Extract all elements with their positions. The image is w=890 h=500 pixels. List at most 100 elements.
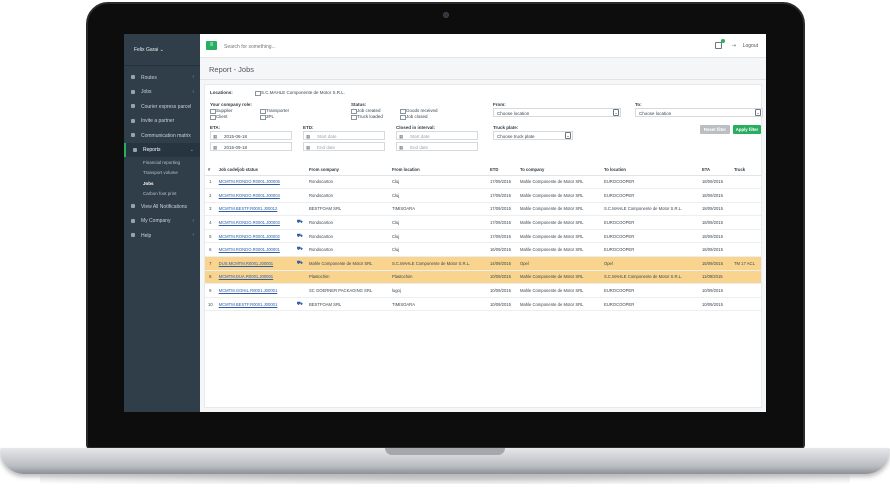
closed-end-field[interactable]: ▦ End date bbox=[396, 142, 478, 151]
job-code[interactable]: MCMTM.RONDO.R0001.J00002 bbox=[219, 234, 280, 239]
chevron-left-icon: ‹ bbox=[192, 74, 194, 80]
job-code-link[interactable]: MCMTM.BESTF.R0001.J00001 bbox=[215, 297, 294, 312]
job-code[interactable]: MCMTM.RONDO.R0001.J00001 bbox=[219, 247, 280, 252]
col-header-truck[interactable]: Truck bbox=[730, 164, 761, 176]
eta-start-field[interactable]: ▦ 2015-06-18 bbox=[210, 131, 292, 140]
job-code-link[interactable]: MCMTM.RONDO.R0001.J00003 bbox=[215, 215, 294, 230]
col-header-from-company[interactable]: From company bbox=[305, 164, 389, 176]
table-row[interactable]: 2 MCMTM.RONDO.R0001.J00004 Rondocarton Cluj… bbox=[205, 188, 761, 203]
location-checkbox[interactable]: S.C.MAHLE Componente de Motor S.R.L. bbox=[255, 90, 345, 96]
col-header-from-location[interactable]: From location bbox=[388, 164, 487, 176]
role-checkbox-client[interactable]: Client bbox=[210, 114, 228, 120]
status-checkbox-job-closed[interactable]: Job closed bbox=[400, 114, 428, 120]
job-code-link[interactable]: MCMTM.DUA.R0001.J00001 bbox=[215, 270, 294, 285]
sidebar-item-label: View All Notifications bbox=[141, 203, 188, 210]
job-code[interactable]: MCMTM.BESTF.R0001.J00001 bbox=[219, 302, 278, 307]
from-location: Cluj bbox=[388, 229, 487, 244]
row-number: 8 bbox=[205, 270, 216, 285]
truck-plate-select[interactable]: Choose truck plate ⌄ bbox=[493, 131, 573, 140]
sidebar-item-my-company[interactable]: My Company ‹ bbox=[124, 214, 200, 229]
truck-icon-cell: ⛟ bbox=[293, 256, 306, 271]
sidebar-item-help[interactable]: Help ‹ bbox=[124, 228, 200, 243]
truck-icon-cell bbox=[293, 188, 306, 203]
from-company: Rondocarton bbox=[305, 229, 389, 244]
job-code[interactable]: MCMTM.GOHIL.R0001.J00001 bbox=[219, 288, 278, 293]
etd: 10/09/2015 bbox=[486, 297, 517, 312]
role-checkbox-3pl[interactable]: 3PL bbox=[260, 114, 274, 120]
etd-start-field[interactable]: ▦ Start date bbox=[303, 131, 385, 140]
row-number: 4 bbox=[205, 215, 216, 230]
job-code[interactable]: DUS.MCMTM.R0001.J00001 bbox=[219, 261, 273, 266]
truck-plate: TM 17 ACL bbox=[730, 256, 761, 271]
logout-link[interactable]: Logout bbox=[743, 43, 758, 49]
sidebar-item-courier[interactable]: Courier express parcel bbox=[124, 99, 200, 114]
user-menu[interactable]: Felix Garai ⌄ bbox=[124, 34, 200, 66]
role-checkbox-transporter[interactable]: Transporter bbox=[260, 108, 289, 114]
calendar-icon: ▦ bbox=[306, 133, 311, 139]
etd: 17/09/2015 bbox=[486, 175, 517, 190]
job-code[interactable]: MCMTM.BESTF.R0001.J00012 bbox=[219, 206, 278, 211]
truck-plate-value: Choose truck plate bbox=[497, 133, 535, 139]
job-code-link[interactable]: MCMTM.RONDO.R0001.J00004 bbox=[215, 188, 294, 203]
col-header-number: # bbox=[205, 164, 216, 176]
to-location-select[interactable]: Choose location ⌄ bbox=[635, 108, 763, 117]
jobs-table-body: 1 MCMTM.RONDO.R0001.J00005 Rondocarton Cluj… bbox=[205, 175, 761, 312]
eta-end-field[interactable]: ▦ 2015-09-18 bbox=[210, 142, 292, 151]
status-checkbox-goods-received[interactable]: Goods received bbox=[400, 108, 438, 114]
calendar-icon: ▦ bbox=[306, 144, 311, 150]
table-row[interactable]: 4 MCMTM.RONDO.R0001.J00003 ⛟ Rondocarton Clu… bbox=[205, 215, 761, 230]
matrix-icon bbox=[131, 133, 135, 137]
apply-filter-button[interactable]: Apply filter bbox=[733, 125, 761, 134]
sidebar-item-jobs[interactable]: Jobs ‹ bbox=[124, 85, 200, 100]
table-row[interactable]: 6 MCMTM.RONDO.R0001.J00001 ⛟ Rondocarton Clu… bbox=[205, 242, 761, 258]
job-code-link[interactable]: MCMTM.GOHIL.R0001.J00001 bbox=[215, 283, 294, 298]
col-header-eta[interactable]: ETA bbox=[698, 164, 731, 176]
table-row[interactable]: 10 MCMTM.BESTF.R0001.J00001 ⛟ BESTFOAM SRL T… bbox=[205, 297, 761, 312]
job-code-link[interactable]: MCMTM.RONDO.R0001.J00001 bbox=[215, 242, 294, 258]
sidebar-item-notifications[interactable]: View All Notifications bbox=[124, 199, 200, 214]
truck-icon: ⛟ bbox=[296, 259, 303, 266]
table-row[interactable]: 8 MCMTM.DUA.R0001.J00001 Plastochim Plastoc… bbox=[205, 270, 761, 285]
sidebar-item-reports[interactable]: Reports ⌄ bbox=[124, 142, 200, 157]
job-code-link[interactable]: MCMTM.RONDO.R0001.J00005 bbox=[215, 175, 294, 190]
sidebar-subitem-transport-volume[interactable]: Transport volume bbox=[124, 168, 200, 179]
sidebar-item-routes[interactable]: Routes ‹ bbox=[124, 70, 200, 85]
col-header-to-location[interactable]: To location bbox=[600, 164, 699, 176]
status-checkbox-truck-loaded[interactable]: Truck loaded bbox=[351, 114, 383, 120]
table-row[interactable]: 9 MCMTM.GOHIL.R0001.J00001 SC GOERNER PACK… bbox=[205, 283, 761, 298]
table-row[interactable]: 3 MCMTM.BESTF.R0001.J00012 BESTFOAM SRL TIM… bbox=[205, 202, 761, 217]
reset-filter-button[interactable]: Reset filter bbox=[700, 125, 730, 134]
table-row[interactable]: 1 MCMTM.RONDO.R0001.J00005 Rondocarton Cluj… bbox=[205, 175, 761, 190]
job-code[interactable]: MCMTM.RONDO.R0001.J00003 bbox=[219, 220, 280, 225]
notification-icon[interactable] bbox=[715, 42, 722, 49]
col-header-etd[interactable]: ETD bbox=[486, 164, 517, 176]
job-code[interactable]: MCMTM.DUA.R0001.J00001 bbox=[219, 274, 273, 279]
role-checkbox-supplier[interactable]: Supplier bbox=[210, 108, 233, 114]
job-code[interactable]: MCMTM.RONDO.R0001.J00005 bbox=[219, 179, 280, 184]
job-code-link[interactable]: DUS.MCMTM.R0001.J00001 bbox=[215, 256, 294, 271]
company-icon bbox=[131, 218, 135, 223]
table-row[interactable]: 5 MCMTM.RONDO.R0001.J00002 ⛟ Rondocarton Clu… bbox=[205, 229, 761, 244]
closed-interval-label: Closed in interval: bbox=[396, 125, 436, 130]
status-checkbox-job-created[interactable]: Job created bbox=[351, 108, 381, 114]
sidebar-item-communication[interactable]: Communication matrix bbox=[124, 128, 200, 143]
closed-start-field[interactable]: ▦ Start date bbox=[396, 131, 478, 140]
row-number: 5 bbox=[205, 229, 216, 244]
sidebar-item-invite[interactable]: Invite a partner bbox=[124, 114, 200, 129]
from-location-select[interactable]: Choose location ⌄ bbox=[493, 108, 621, 117]
col-header-to-company[interactable]: To company bbox=[516, 164, 601, 176]
truck-icon-cell: ⛟ bbox=[293, 242, 306, 258]
chevron-left-icon: ‹ bbox=[192, 232, 194, 238]
job-code[interactable]: MCMTM.RONDO.R0001.J00004 bbox=[219, 193, 280, 198]
sidebar-subitem-financial[interactable]: Financial reporting bbox=[124, 157, 200, 168]
job-code-link[interactable]: MCMTM.BESTF.R0001.J00012 bbox=[215, 202, 294, 217]
sidebar-subitem-carbon[interactable]: Carbon foot print bbox=[124, 189, 200, 200]
search-input[interactable] bbox=[224, 42, 524, 51]
etd-end-field[interactable]: ▦ End date bbox=[303, 142, 385, 151]
menu-toggle-button[interactable]: ≡ bbox=[206, 41, 217, 50]
col-header-job-code[interactable]: Job code/job status bbox=[215, 164, 294, 176]
row-number: 1 bbox=[205, 175, 216, 190]
job-code-link[interactable]: MCMTM.RONDO.R0001.J00002 bbox=[215, 229, 294, 244]
table-row[interactable]: 7 DUS.MCMTM.R0001.J00001 ⛟ Mahle Componente… bbox=[205, 256, 761, 271]
sidebar-subitem-jobs[interactable]: Jobs bbox=[124, 178, 200, 189]
